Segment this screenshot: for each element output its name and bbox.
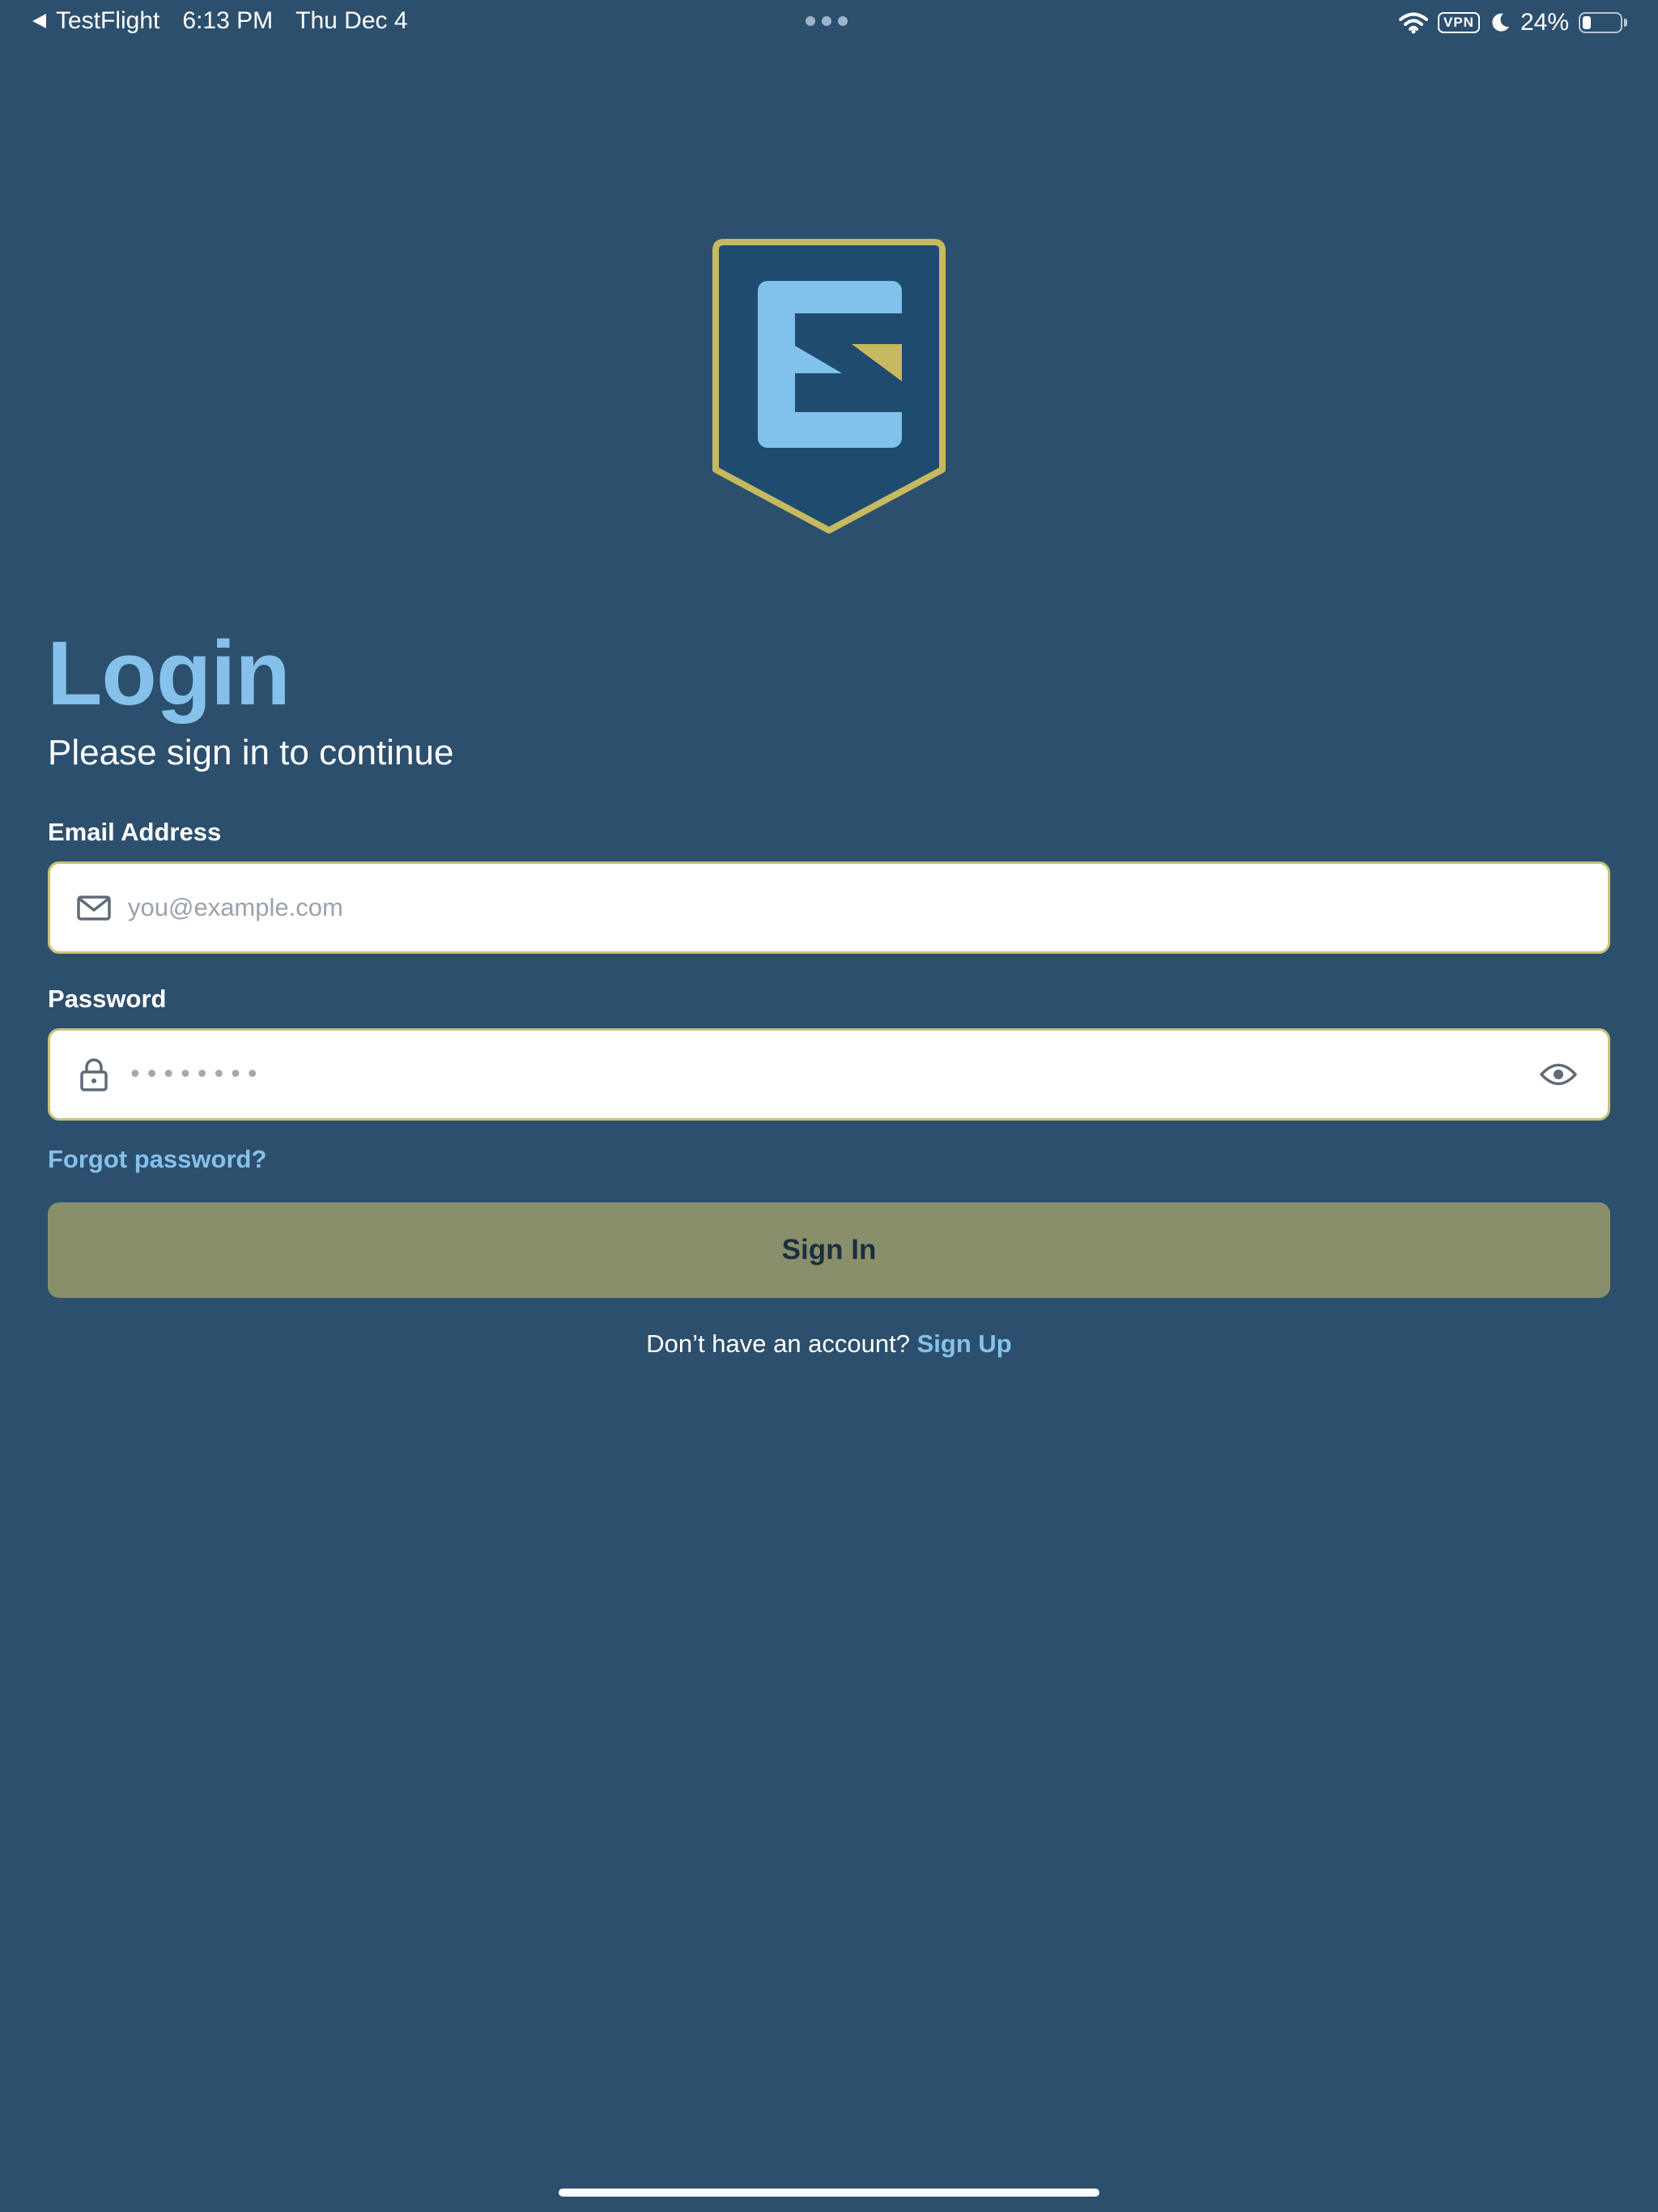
sign-in-button[interactable]: Sign In — [48, 1202, 1610, 1298]
sign-up-link[interactable]: Sign Up — [917, 1329, 1012, 1358]
page-title: Login — [47, 623, 291, 724]
signup-prompt: Don’t have an account? Sign Up — [0, 1325, 1658, 1363]
wifi-icon — [1398, 12, 1428, 34]
password-label: Password — [48, 985, 167, 1013]
email-label: Email Address — [48, 818, 222, 846]
battery-level — [1583, 16, 1591, 29]
dot — [838, 16, 848, 26]
password-input[interactable]: •••••••• — [128, 1061, 1538, 1089]
status-date: Thu Dec 4 — [295, 7, 408, 34]
app-logo-shield — [712, 239, 946, 534]
moon-icon — [1492, 13, 1509, 32]
multitasking-dots-icon[interactable] — [806, 16, 848, 26]
eye-icon — [1540, 1063, 1577, 1086]
password-field[interactable]: •••••••• — [48, 1028, 1610, 1121]
forgot-password-link[interactable]: Forgot password? — [48, 1142, 266, 1177]
status-left: TestFlight 6:13 PM Thu Dec 4 — [32, 5, 408, 37]
dot — [822, 16, 831, 26]
battery-percent: 24% — [1520, 9, 1569, 36]
envelope-icon — [77, 895, 111, 921]
status-right: VPN 24% — [1389, 6, 1627, 39]
battery-icon — [1579, 12, 1622, 33]
back-arrow-icon[interactable] — [32, 14, 46, 28]
email-input[interactable] — [128, 893, 1608, 922]
signup-prompt-text: Don’t have an account? — [646, 1329, 910, 1358]
email-field[interactable] — [48, 861, 1610, 954]
back-to-app-label[interactable]: TestFlight — [56, 7, 159, 35]
page-subtitle: Please sign in to continue — [48, 733, 454, 772]
battery-nub — [1624, 19, 1627, 27]
lock-icon — [80, 1058, 108, 1091]
status-time: 6:13 PM — [182, 7, 274, 34]
dot — [806, 16, 815, 26]
show-password-toggle[interactable] — [1538, 1054, 1579, 1095]
vpn-badge: VPN — [1437, 12, 1480, 33]
home-indicator[interactable] — [559, 2189, 1099, 2197]
status-bar: TestFlight 6:13 PM Thu Dec 4 VPN 24% — [0, 0, 1658, 45]
